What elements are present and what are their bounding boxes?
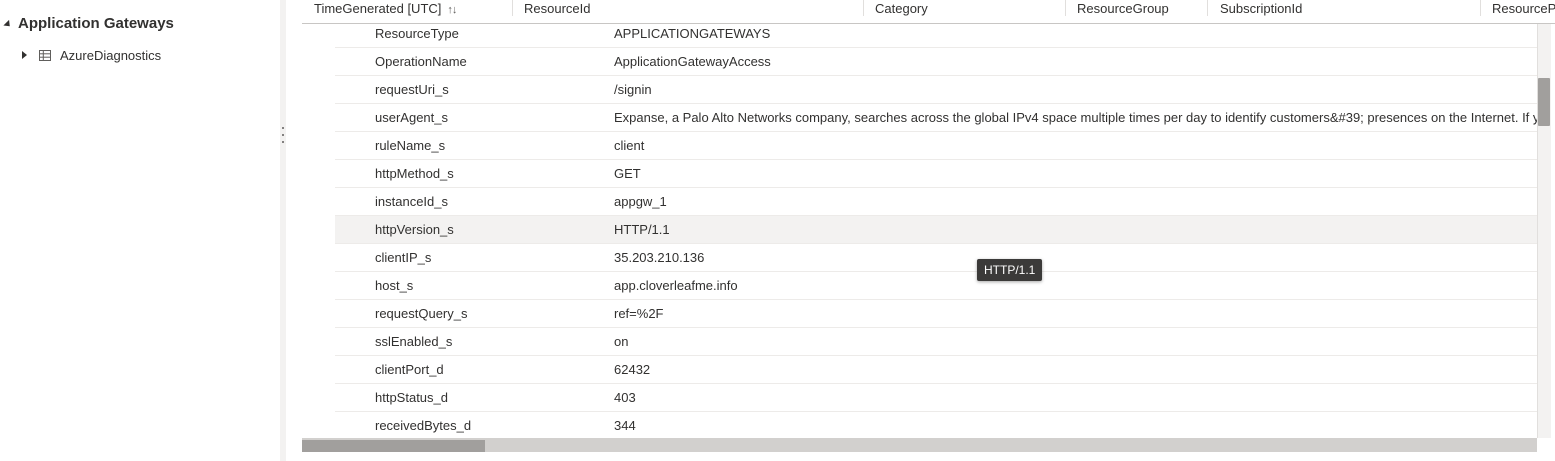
field-name[interactable]: httpVersion_s [375,216,454,244]
schema-panel: Application Gateways AzureDiagnostics [0,0,280,461]
caret-right-icon[interactable] [22,51,27,59]
field-value[interactable]: 62432 [614,356,1538,384]
record-row[interactable]: OperationName ApplicationGatewayAccess [335,48,1538,76]
horizontal-scrollbar[interactable] [302,438,1537,452]
results-grid: TimeGenerated [UTC] ↑↓ ResourceId Categor… [302,0,1555,461]
caret-down-icon[interactable] [3,19,13,29]
field-value[interactable]: appgw_1 [614,188,1538,216]
field-value[interactable]: app.cloverleafme.info [614,272,1538,300]
field-value[interactable]: GET [614,160,1538,188]
field-name[interactable]: receivedBytes_d [375,412,471,438]
expanded-record-rows: ResourceType APPLICATIONGATEWAYS Operation… [335,20,1538,438]
field-value[interactable]: APPLICATIONGATEWAYS [614,20,1538,48]
record-row[interactable]: sslEnabled_s on [335,328,1538,356]
record-row[interactable]: ruleName_s client [335,132,1538,160]
field-value[interactable]: on [614,328,1538,356]
column-separator[interactable] [1480,0,1481,16]
record-row[interactable]: requestUri_s/signin [335,76,1538,104]
field-name[interactable]: instanceId_s [375,188,448,216]
record-row[interactable]: clientIP_s 35.203.210.136 [335,244,1538,272]
tree-node-application-gateways[interactable]: Application Gateways [3,13,174,33]
field-name[interactable]: httpStatus_d [375,384,448,412]
field-name[interactable]: host_s [375,272,413,300]
column-separator[interactable] [863,0,864,16]
field-value[interactable]: 344 [614,412,1538,438]
field-value[interactable]: client [614,132,1538,160]
tree-node-label: Application Gateways [18,14,174,32]
record-row[interactable]: requestQuery_s ref=%2F [335,300,1538,328]
field-value[interactable]: ref=%2F [614,300,1538,328]
field-name[interactable]: ruleName_s [375,132,445,160]
record-row[interactable]: host_s app.cloverleafme.info [335,272,1538,300]
field-name[interactable]: clientIP_s [375,244,431,272]
column-header-resourcegroup[interactable]: ResourceGroup [1077,0,1197,18]
record-row[interactable]: clientPort_d 62432 [335,356,1538,384]
record-row[interactable]: ResourceType APPLICATIONGATEWAYS [335,20,1538,48]
field-name[interactable]: ResourceType [375,20,459,48]
record-row[interactable]: instanceId_s appgw_1 [335,188,1538,216]
field-value[interactable]: HTTP/1.1 [614,216,1538,244]
cell-tooltip: HTTP/1.1 [977,259,1043,281]
field-value[interactable]: Expanse, a Palo Alto Networks company, s… [614,104,1538,132]
sort-icon[interactable]: ↑↓ [447,4,457,16]
column-header-label: TimeGenerated [UTC] [314,1,442,16]
table-icon [39,49,51,61]
field-value[interactable]: ApplicationGatewayAccess [614,48,1538,76]
column-header-subscriptionid[interactable]: SubscriptionId [1220,0,1470,18]
field-name[interactable]: sslEnabled_s [375,328,452,356]
field-name[interactable]: clientPort_d [375,356,444,384]
horizontal-scrollbar-thumb[interactable] [302,440,485,452]
column-separator[interactable] [1065,0,1066,16]
column-header-resourceprovider[interactable]: ResourceP [1492,0,1555,18]
column-separator[interactable] [512,0,513,16]
panel-splitter[interactable] [280,0,286,461]
field-name[interactable]: httpMethod_s [375,160,454,188]
field-value[interactable]: 403 [614,384,1538,412]
field-name[interactable]: userAgent_s [375,104,448,132]
column-header-category[interactable]: Category [875,0,1055,18]
field-value[interactable]: /signin [614,76,1538,104]
field-value[interactable]: 35.203.210.136 [614,244,1538,272]
field-name[interactable]: requestUri_s [375,76,449,104]
field-name[interactable]: OperationName [375,48,467,76]
record-row[interactable]: httpStatus_d 403 [335,384,1538,412]
tree-node-azurediagnostics[interactable]: AzureDiagnostics [22,46,161,64]
vertical-scrollbar-thumb[interactable] [1538,78,1550,126]
record-row[interactable]: receivedBytes_d 344 [335,412,1538,438]
field-name[interactable]: requestQuery_s [375,300,468,328]
column-separator[interactable] [1207,0,1208,16]
tree-node-label: AzureDiagnostics [60,47,162,63]
record-row[interactable]: userAgent_s Expanse, a Palo Alto Networks… [335,104,1538,132]
column-header-timegenerated[interactable]: TimeGenerated [UTC] ↑↓ [314,0,504,18]
record-row[interactable]: httpVersion_s HTTP/1.1 [335,216,1538,244]
splitter-grip-icon[interactable] [282,127,285,143]
record-row[interactable]: httpMethod_s GET [335,160,1538,188]
column-header-resourceid[interactable]: ResourceId [524,0,854,18]
